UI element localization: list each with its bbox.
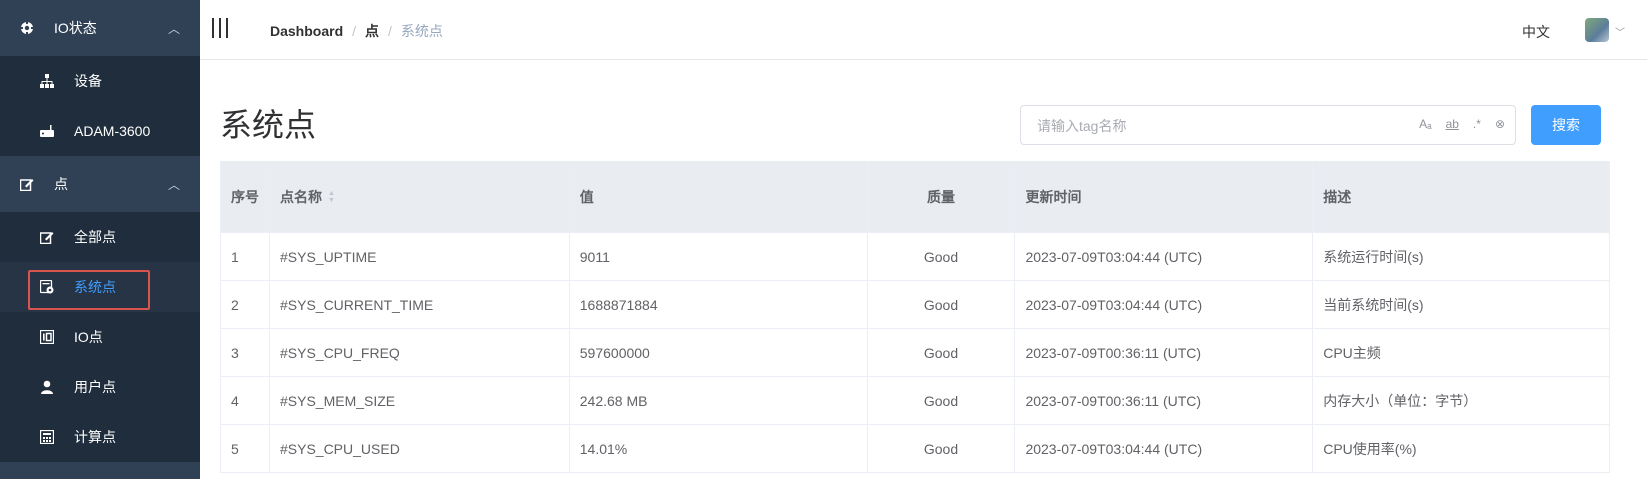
sidebar-group-io-status[interactable]: IO状态 ︿	[0, 0, 200, 56]
breadcrumb-points[interactable]: 点	[365, 21, 379, 41]
breadcrumb-current: 系统点	[400, 23, 443, 39]
sidebar-item-label: 全部点	[74, 229, 116, 245]
sidebar-item-io-points[interactable]: IO点	[0, 312, 200, 362]
match-case-icon[interactable]: Aₐ	[1419, 117, 1431, 131]
cell-updated: 2023-07-09T00:36:11 (UTC)	[1015, 329, 1314, 376]
search-box: Aₐ ab .* ⊗	[1020, 105, 1516, 145]
page-title: 系统点	[220, 106, 317, 144]
table-row: 1 #SYS_UPTIME 9011 Good 2023-07-09T03:04:44 …	[221, 233, 1611, 281]
cell-quality: Good	[868, 329, 1016, 376]
search-button[interactable]: 搜索	[1531, 105, 1601, 145]
breadcrumb-dashboard[interactable]: Dashboard	[270, 23, 343, 39]
sidebar-group-label: IO状态	[54, 20, 97, 36]
cell-index: 3	[221, 329, 270, 376]
cell-name: #SYS_UPTIME	[270, 233, 570, 280]
match-word-icon[interactable]: ab	[1446, 117, 1459, 131]
cell-desc: CPU使用率(%)	[1313, 425, 1611, 472]
hamburger-icon[interactable]	[212, 18, 228, 38]
cell-updated: 2023-07-09T03:04:44 (UTC)	[1015, 233, 1314, 280]
breadcrumb-separator: /	[352, 23, 357, 39]
breadcrumb: Dashboard / 点 / 系统点	[270, 21, 443, 41]
sidebar-item-label: IO点	[74, 329, 103, 345]
sidebar-item-user-points[interactable]: 用户点	[0, 362, 200, 412]
cell-value: 9011	[570, 233, 868, 280]
cell-updated: 2023-07-09T03:04:44 (UTC)	[1015, 425, 1314, 472]
cell-updated: 2023-07-09T03:04:44 (UTC)	[1015, 281, 1314, 328]
search-input[interactable]	[1037, 116, 1397, 136]
column-header-label: 点名称	[279, 188, 322, 205]
sidebar-group-points[interactable]: 点 ︿	[0, 156, 200, 212]
column-header-updated: 更新时间	[1015, 161, 1314, 232]
column-header-name[interactable]: 点名称 ▲ ▼	[270, 161, 570, 232]
column-header-quality: 质量	[868, 161, 1016, 232]
cell-updated: 2023-07-09T00:36:11 (UTC)	[1015, 377, 1314, 424]
cell-quality: Good	[868, 281, 1016, 328]
cell-value: 1688871884	[570, 281, 868, 328]
sidebar-group-label: 点	[54, 176, 68, 192]
cell-quality: Good	[868, 425, 1016, 472]
sidebar-item-calc-points[interactable]: 计算点	[0, 412, 200, 462]
breadcrumb-separator: /	[388, 23, 392, 39]
table-row: 5 #SYS_CPU_USED 14.01% Good 2023-07-09T03:04…	[221, 425, 1611, 473]
avatar[interactable]	[1585, 18, 1609, 42]
sidebar-item-all-points[interactable]: 全部点	[0, 212, 200, 262]
sidebar-item-label: ADAM-3600	[74, 123, 151, 139]
io-status-icon	[20, 21, 34, 35]
cell-quality: Good	[868, 377, 1016, 424]
sidebar-item-label: 用户点	[74, 379, 116, 395]
regex-icon[interactable]: .*	[1473, 117, 1481, 131]
cell-index: 1	[221, 233, 270, 280]
cell-name: #SYS_MEM_SIZE	[270, 377, 570, 424]
router-icon	[40, 124, 54, 138]
sidebar-item-adam-3600[interactable]: ADAM-3600	[0, 106, 200, 156]
column-header-value: 值	[570, 161, 868, 232]
cell-name: #SYS_CURRENT_TIME	[270, 281, 570, 328]
search-options: Aₐ ab .* ⊗	[1419, 117, 1505, 131]
cell-value: 597600000	[570, 329, 868, 376]
column-header-desc: 描述	[1313, 161, 1611, 232]
sidebar: IO状态 ︿ 设备 ADAM-3600 点 ︿ 全部点 系统点 IO点 用户点 …	[0, 0, 200, 479]
chevron-up-icon: ︿	[167, 177, 180, 192]
table-header: 序号 点名称 ▲ ▼ 值 质量 更新时间 描述	[221, 161, 1611, 233]
cell-desc: 内存大小（单位：字节）	[1313, 377, 1611, 424]
cell-value: 242.68 MB	[570, 377, 868, 424]
clear-icon[interactable]: ⊗	[1495, 117, 1505, 131]
user-points-icon	[40, 380, 54, 394]
calculator-icon	[40, 430, 54, 444]
language-switch[interactable]: 中文	[1522, 22, 1550, 42]
navbar: Dashboard / 点 / 系统点 中文 ﹀	[200, 0, 1647, 60]
sort-icon[interactable]: ▲ ▼	[328, 190, 335, 204]
column-header-index: 序号	[221, 161, 270, 232]
point-edit-icon	[20, 177, 34, 191]
io-points-icon	[40, 330, 54, 344]
sidebar-item-label: 计算点	[74, 429, 116, 445]
cell-index: 4	[221, 377, 270, 424]
table-row: 4 #SYS_MEM_SIZE 242.68 MB Good 2023-07-09T00…	[221, 377, 1611, 425]
cell-desc: 系统运行时间(s)	[1313, 233, 1611, 280]
cell-desc: CPU主频	[1313, 329, 1611, 376]
cell-index: 2	[221, 281, 270, 328]
table-row: 3 #SYS_CPU_FREQ 597600000 Good 2023-07-09T00…	[221, 329, 1611, 377]
chevron-up-icon: ︿	[167, 21, 180, 36]
device-tree-icon	[40, 74, 54, 88]
chevron-down-icon[interactable]: ﹀	[1615, 24, 1625, 39]
cell-index: 5	[221, 425, 270, 472]
cell-quality: Good	[868, 233, 1016, 280]
cell-desc: 当前系统时间(s)	[1313, 281, 1611, 328]
table-body: 1 #SYS_UPTIME 9011 Good 2023-07-09T03:04:44 …	[221, 233, 1611, 473]
points-table: 序号 点名称 ▲ ▼ 值 质量 更新时间 描述 1 #SYS_UPTIME 9011 G…	[220, 161, 1611, 473]
sidebar-item-device[interactable]: 设备	[0, 56, 200, 106]
all-points-icon	[40, 230, 54, 244]
highlight-box	[28, 270, 150, 310]
cell-name: #SYS_CPU_FREQ	[270, 329, 570, 376]
cell-name: #SYS_CPU_USED	[270, 425, 570, 472]
table-row: 2 #SYS_CURRENT_TIME 1688871884 Good 2023-07-…	[221, 281, 1611, 329]
cell-value: 14.01%	[570, 425, 868, 472]
sidebar-item-label: 设备	[74, 73, 102, 89]
